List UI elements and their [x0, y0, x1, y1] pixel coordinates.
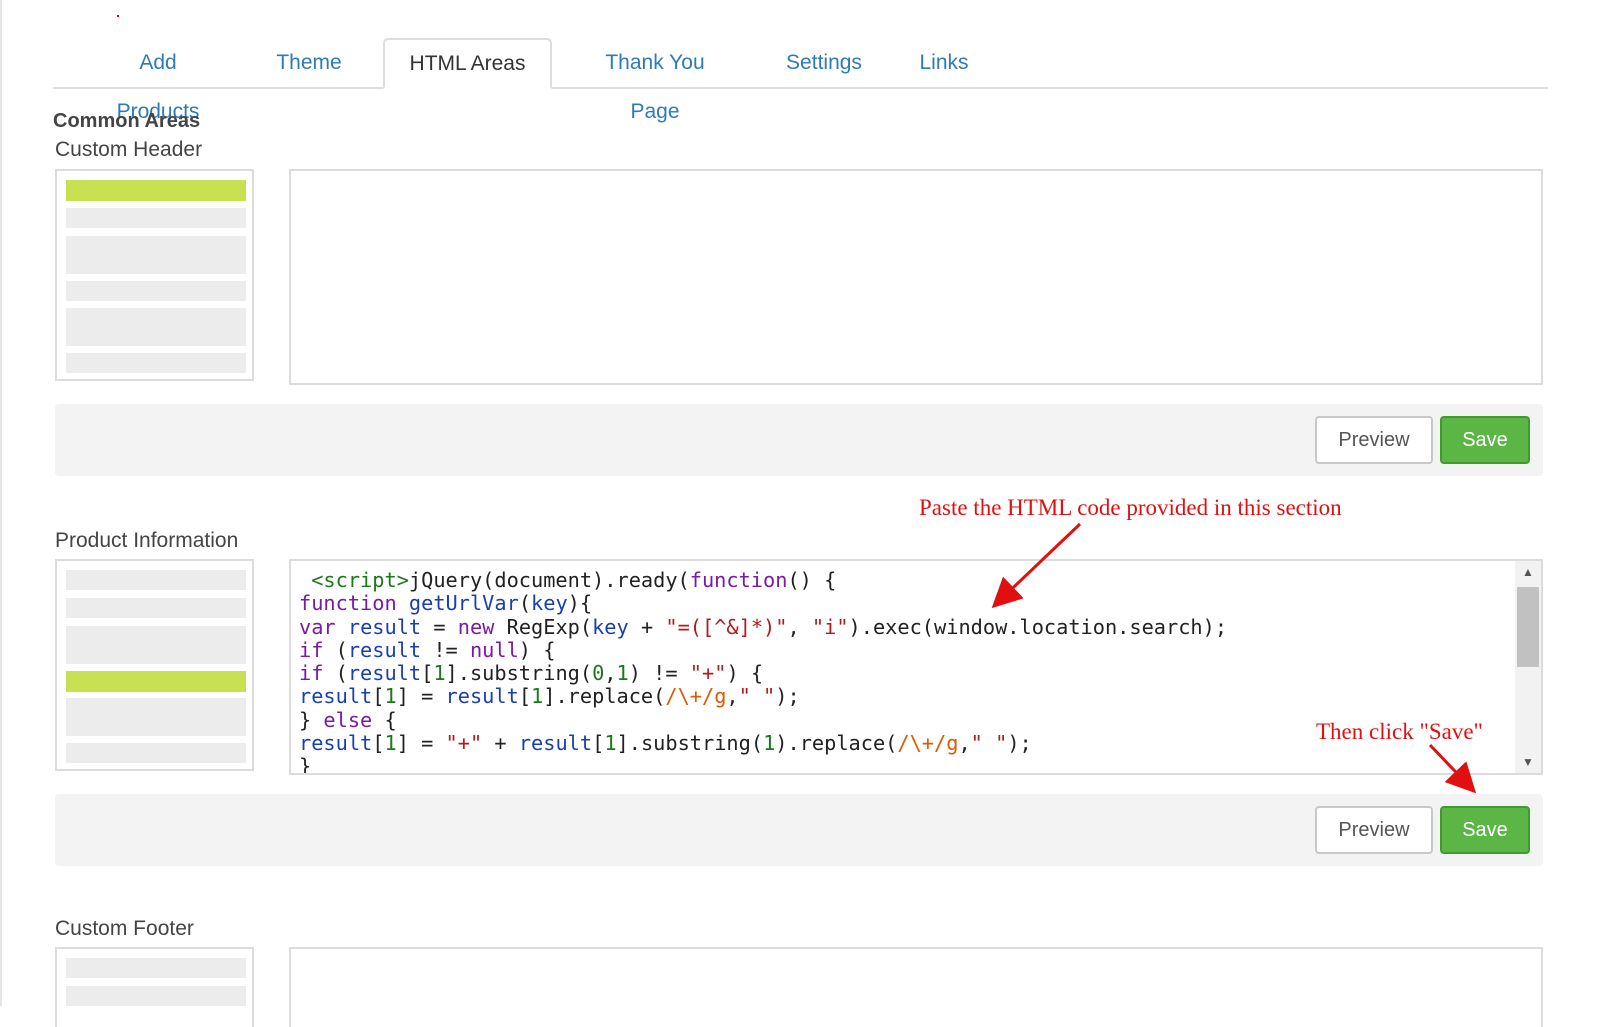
tab-theme[interactable]: Theme: [274, 38, 344, 87]
thumb-bar: [66, 958, 246, 978]
custom-header-preview-button[interactable]: Preview: [1315, 416, 1433, 464]
thumb-bar: [66, 308, 246, 346]
thumb-bar: [66, 208, 246, 228]
product-information-layout-thumbnail: [55, 559, 254, 771]
tab-html-areas[interactable]: HTML Areas: [383, 38, 552, 89]
custom-header-layout-thumbnail: [55, 169, 254, 381]
tab-settings[interactable]: Settings: [786, 38, 862, 87]
triangle-up-icon[interactable]: ▲: [1515, 561, 1541, 583]
custom-footer-editor-content[interactable]: [291, 949, 1515, 1027]
custom-footer-editor[interactable]: [289, 947, 1543, 1027]
thumb-product-info-highlight: [66, 671, 246, 692]
annotation-click-save: Then click "Save": [1316, 719, 1483, 744]
tab-links[interactable]: Links: [919, 38, 969, 87]
product-information-preview-button[interactable]: Preview: [1315, 806, 1433, 854]
triangle-down-icon[interactable]: ▼: [1515, 751, 1541, 773]
thumb-bar: [66, 743, 246, 763]
stray-red-dot: [117, 15, 119, 17]
code-line-9: }: [299, 754, 312, 773]
code-line-3: var result = new RegExp(key + "=([^&]*)"…: [299, 614, 1228, 639]
thumb-bar: [66, 986, 246, 1006]
custom-header-action-bar: Preview Save: [55, 404, 1543, 476]
code-content[interactable]: <script>jQuery(document).ready(function(…: [299, 568, 1228, 773]
custom-header-save-button[interactable]: Save: [1440, 416, 1530, 464]
custom-footer-label: Custom Footer: [55, 917, 194, 940]
product-information-action-bar: Preview Save: [55, 794, 1543, 866]
product-information-label: Product Information: [55, 529, 239, 552]
custom-header-label: Custom Header: [55, 138, 203, 161]
code-line-1: <script>jQuery(document).ready(function(…: [311, 568, 837, 592]
thumb-bar: [66, 353, 246, 373]
code-line-8: result[1] = "+" + result[1].substring(1)…: [299, 731, 1032, 756]
thumb-header-highlight: [66, 180, 246, 201]
code-line-6: result[1] = result[1].replace(/\+/g," ")…: [299, 684, 800, 709]
code-line-4: if (result != null) {: [299, 637, 556, 662]
thumb-bar: [66, 570, 246, 590]
code-line-7: } else {: [299, 707, 397, 732]
tab-bar: Add Products Theme HTML Areas Thank You …: [53, 38, 1548, 123]
code-line-5: if (result[1].substring(0,1) != "+") {: [299, 661, 764, 686]
custom-footer-layout-thumbnail: [55, 947, 254, 1027]
custom-header-editor[interactable]: [289, 169, 1543, 385]
thumb-bar: [66, 236, 246, 274]
thumb-bar: [66, 598, 246, 618]
code-line-2: function getUrlVar(key){: [299, 591, 593, 616]
page-left-border: [0, 0, 2, 1006]
custom-header-editor-content[interactable]: [291, 171, 1515, 383]
thumb-bar: [66, 281, 246, 301]
product-information-save-button[interactable]: Save: [1440, 806, 1530, 854]
thumb-bar: [66, 626, 246, 664]
code-editor-scrollbar[interactable]: ▲ ▼: [1515, 561, 1541, 773]
common-areas-heading: Common Areas: [53, 110, 201, 132]
annotation-paste-html: Paste the HTML code provided in this sec…: [919, 495, 1342, 520]
thumb-bar: [66, 698, 246, 736]
scrollbar-thumb[interactable]: [1517, 587, 1539, 667]
tab-add-products[interactable]: Add Products: [95, 38, 221, 123]
tab-thank-you-page[interactable]: Thank You Page: [582, 38, 728, 123]
